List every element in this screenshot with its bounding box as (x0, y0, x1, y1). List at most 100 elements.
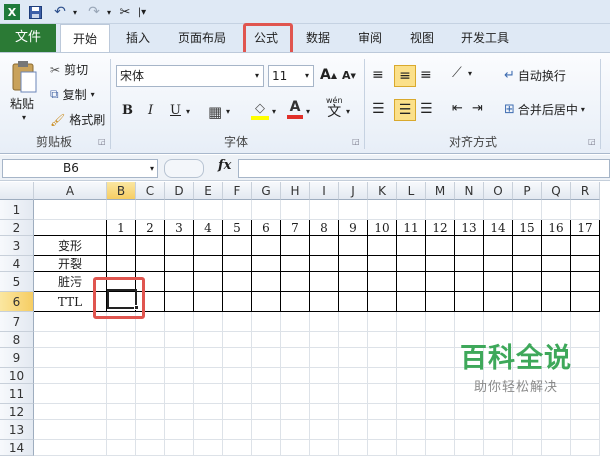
grid-cell[interactable] (310, 440, 339, 456)
grid-cell[interactable] (571, 420, 600, 440)
orientation-icon[interactable]: ⟋ (452, 65, 462, 81)
grid-cell[interactable] (281, 384, 310, 404)
grid-cell[interactable] (34, 200, 107, 220)
grid-cell[interactable] (107, 404, 136, 420)
grid-cell[interactable] (34, 420, 107, 440)
grid-cell[interactable] (194, 256, 223, 272)
borders-dropdown-icon[interactable]: ▾ (226, 107, 230, 116)
grid-cell[interactable] (339, 312, 368, 332)
grid-cell[interactable] (223, 236, 252, 256)
grid-cell[interactable] (223, 272, 252, 292)
grid-cell[interactable] (165, 440, 194, 456)
grid-cell[interactable] (194, 272, 223, 292)
grid-cell[interactable] (397, 384, 426, 404)
column-header[interactable]: B (107, 182, 136, 200)
fill-color-dropdown-icon[interactable]: ▾ (272, 107, 276, 116)
grid-cell[interactable] (397, 236, 426, 256)
grid-cell[interactable] (310, 312, 339, 332)
font-launcher-icon[interactable]: ◲ (352, 137, 360, 146)
grid-cell[interactable] (252, 440, 281, 456)
row-header[interactable]: 5 (0, 272, 34, 292)
grid-cell[interactable]: 8 (310, 220, 339, 236)
increase-indent-icon[interactable]: ⇥ (472, 101, 483, 116)
grid-cell[interactable] (368, 200, 397, 220)
grid-cell[interactable] (397, 292, 426, 312)
tools-icon[interactable]: ✂ (116, 4, 134, 20)
row-header[interactable]: 2 (0, 220, 34, 236)
grid-cell[interactable] (281, 440, 310, 456)
grid-cell[interactable] (34, 384, 107, 404)
grid-cell[interactable] (107, 200, 136, 220)
grid-cell[interactable] (339, 256, 368, 272)
grid-cell[interactable] (252, 312, 281, 332)
row-header[interactable]: 1 (0, 200, 34, 220)
grid-cell[interactable] (223, 200, 252, 220)
grid-cell[interactable] (107, 236, 136, 256)
grid-cell[interactable] (165, 368, 194, 384)
grid-cell[interactable] (542, 200, 571, 220)
grid-cell[interactable] (107, 420, 136, 440)
grid-cell[interactable] (368, 368, 397, 384)
grid-cell[interactable] (368, 256, 397, 272)
font-color-button[interactable]: A (286, 99, 304, 119)
column-header[interactable]: J (339, 182, 368, 200)
grid-cell[interactable] (484, 272, 513, 292)
column-header[interactable]: F (223, 182, 252, 200)
grid-cell[interactable] (252, 384, 281, 404)
phonetic-dropdown-icon[interactable]: ▾ (346, 107, 350, 116)
grid-cell[interactable] (426, 440, 455, 456)
grid-cell[interactable] (136, 368, 165, 384)
row-header[interactable]: 10 (0, 368, 34, 384)
grid-cell[interactable]: 2 (136, 220, 165, 236)
grid-cell[interactable] (252, 348, 281, 368)
redo-dropdown-icon[interactable]: ▾ (104, 4, 114, 20)
formula-input[interactable] (238, 159, 610, 178)
column-header[interactable]: K (368, 182, 397, 200)
grid-cell[interactable]: 17 (571, 220, 600, 236)
grid-cell[interactable]: 10 (368, 220, 397, 236)
grid-cell[interactable] (513, 256, 542, 272)
grid-cell[interactable] (368, 348, 397, 368)
grid-cell[interactable] (397, 440, 426, 456)
shrink-font-button[interactable]: A ▼ (342, 69, 356, 82)
grid-cell[interactable] (513, 236, 542, 256)
grid-cell[interactable] (368, 292, 397, 312)
grid-cell[interactable] (455, 200, 484, 220)
merge-center-button[interactable]: ⊞ 合并后居中 ▾ (504, 101, 585, 118)
grid-cell[interactable] (194, 384, 223, 404)
grid-cell[interactable] (34, 440, 107, 456)
borders-icon[interactable]: ▦ (208, 103, 222, 121)
grid-cell[interactable] (252, 200, 281, 220)
fill-color-icon[interactable]: ◇ (250, 101, 270, 123)
grid-cell[interactable] (136, 440, 165, 456)
grid-cell[interactable] (281, 272, 310, 292)
grid-cell[interactable] (513, 200, 542, 220)
grid-cell[interactable]: 16 (542, 220, 571, 236)
alignment-launcher-icon[interactable]: ◲ (588, 137, 596, 146)
grid-cell[interactable] (165, 256, 194, 272)
grid-cell[interactable] (513, 440, 542, 456)
grid-cell[interactable] (542, 420, 571, 440)
grid-cell[interactable] (397, 272, 426, 292)
grid-cell[interactable] (426, 200, 455, 220)
column-header[interactable]: C (136, 182, 165, 200)
grid-cell[interactable] (136, 332, 165, 348)
grid-cell[interactable] (252, 292, 281, 312)
grid-cell[interactable] (310, 256, 339, 272)
grid-cell[interactable] (136, 200, 165, 220)
grid-cell[interactable] (484, 256, 513, 272)
insert-function-button[interactable]: fx (218, 158, 231, 173)
grid-cell[interactable] (542, 256, 571, 272)
tab-developer[interactable]: 开发工具 (452, 24, 518, 52)
row-header[interactable]: 3 (0, 236, 34, 256)
grid-cell[interactable] (194, 420, 223, 440)
grid-cell[interactable]: 11 (397, 220, 426, 236)
grid-cell[interactable] (455, 272, 484, 292)
grid-cell[interactable] (223, 440, 252, 456)
grid-cell[interactable]: 1 (107, 220, 136, 236)
grid-cell[interactable] (223, 420, 252, 440)
format-painter-button[interactable]: 🖌 格式刷 (50, 111, 105, 128)
grid-cell[interactable] (310, 292, 339, 312)
redo-icon[interactable]: ↷ (84, 4, 104, 20)
name-box[interactable]: B6 ▾ (2, 159, 158, 178)
